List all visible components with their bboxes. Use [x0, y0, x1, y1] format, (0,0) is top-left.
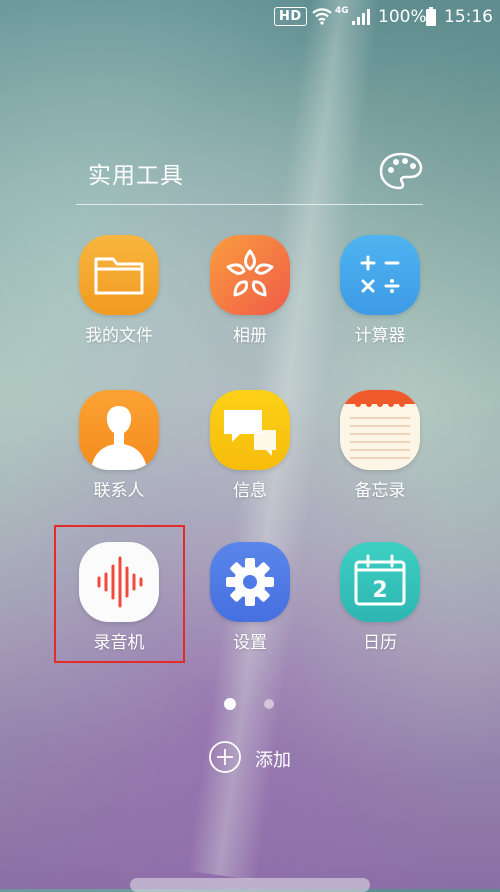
folder-title[interactable]: 实用工具 — [88, 156, 184, 190]
app-calculator[interactable]: 计算器 — [320, 235, 440, 355]
hd-badge: HD — [274, 7, 307, 26]
app-label: 设置 — [233, 633, 267, 653]
app-calendar[interactable]: 2 日历 — [320, 542, 440, 662]
clock: 15:16 — [444, 7, 493, 27]
status-bar: HD 4G 100% 15:16 — [0, 0, 500, 34]
notepad-icon — [340, 390, 420, 470]
battery-icon — [426, 7, 436, 26]
highlight-box — [54, 525, 185, 663]
flower-icon — [210, 235, 290, 315]
wifi-icon — [312, 8, 332, 25]
chat-bubbles-icon — [210, 390, 290, 470]
calendar-date: 2 — [372, 578, 387, 603]
gear-icon — [210, 542, 290, 622]
add-label: 添加 — [255, 750, 291, 771]
calculator-icon — [340, 235, 420, 315]
app-contacts[interactable]: 联系人 — [59, 390, 179, 510]
folder-icon — [79, 235, 159, 315]
folder-divider — [76, 204, 423, 205]
app-label: 日历 — [363, 633, 397, 653]
page-indicator-active[interactable] — [224, 698, 236, 710]
app-settings[interactable]: 设置 — [190, 542, 310, 662]
app-label: 信息 — [233, 481, 267, 501]
calendar-icon: 2 — [340, 542, 420, 622]
network-type-label: 4G — [335, 6, 349, 16]
app-messages[interactable]: 信息 — [190, 390, 310, 510]
app-label: 备忘录 — [354, 481, 406, 501]
app-label: 计算器 — [354, 326, 406, 346]
app-label: 联系人 — [93, 481, 145, 501]
home-handle[interactable] — [130, 878, 370, 892]
battery-percentage: 100% — [378, 7, 427, 27]
page-indicator[interactable] — [264, 699, 274, 709]
app-gallery[interactable]: 相册 — [190, 235, 310, 355]
palette-icon[interactable] — [378, 151, 424, 191]
signal-icon — [352, 9, 370, 25]
app-notes[interactable]: 备忘录 — [320, 390, 440, 510]
app-label: 相册 — [233, 326, 267, 346]
app-label: 我的文件 — [85, 326, 153, 346]
plus-icon — [209, 741, 241, 773]
person-icon — [79, 390, 159, 470]
app-my-files[interactable]: 我的文件 — [59, 235, 179, 355]
